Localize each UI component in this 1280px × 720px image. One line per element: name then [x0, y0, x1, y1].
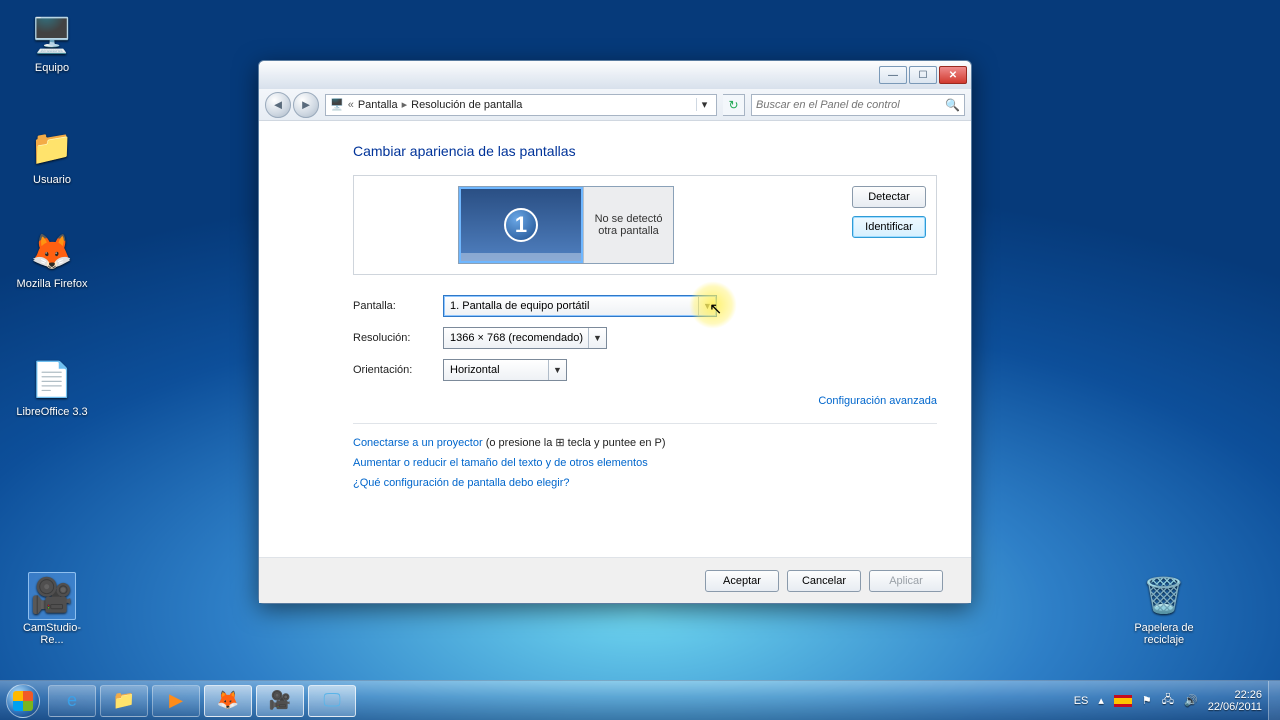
taskbar[interactable]: e 📁 ▶ 🦊 🎥 🖵 ES ▴ ⚑ 🖧 🔊 22:26 22/06/2011 — [0, 680, 1280, 720]
identify-button[interactable]: Identificar — [852, 216, 926, 238]
windows-key-icon: ⊞ — [555, 437, 564, 449]
orientacion-select-value: Horizontal — [450, 364, 500, 376]
folder-icon: 📁 — [113, 690, 135, 711]
taskbar-explorer[interactable]: 📁 — [100, 685, 148, 717]
display-settings-window: — ☐ ✕ ◄ ► 🖥️ « Pantalla▸ Resolución de p… — [258, 60, 972, 604]
flag-icon[interactable] — [1114, 695, 1132, 707]
clock-date[interactable]: 22/06/2011 — [1208, 701, 1262, 713]
control-panel-icon: 🖥️ — [330, 98, 344, 111]
projector-hint: tecla y puntee en P) — [565, 437, 666, 449]
taskbar-display-settings[interactable]: 🖵 — [308, 685, 356, 717]
ie-icon: e — [67, 690, 77, 711]
dialog-footer: Aceptar Cancelar Aplicar — [259, 557, 971, 603]
which-config-link[interactable]: ¿Qué configuración de pantalla debo eleg… — [353, 477, 569, 489]
desktop-icon-label: Equipo — [14, 62, 90, 74]
refresh-button[interactable]: ↻ — [723, 94, 745, 116]
windows-orb-icon — [6, 684, 40, 718]
resolucion-label: Resolución: — [353, 332, 443, 344]
pantalla-label: Pantalla: — [353, 300, 443, 312]
desktop-icon-camstudio[interactable]: 🎥 CamStudio-Re... — [14, 572, 90, 646]
desktop-icon-usuario[interactable]: 📁 Usuario — [14, 124, 90, 186]
close-button[interactable]: ✕ — [939, 66, 967, 84]
desktop-icon-label: Papelera de reciclaje — [1126, 622, 1202, 646]
breadcrumb-crumb[interactable]: Resolución de pantalla — [411, 99, 522, 111]
apply-button[interactable]: Aplicar — [869, 570, 943, 592]
folder-icon: 📁 — [28, 124, 76, 172]
maximize-button[interactable]: ☐ — [909, 66, 937, 84]
resolucion-select[interactable]: 1366 × 768 (recomendado) ▼ — [443, 327, 607, 349]
address-dropdown[interactable]: ▾ — [696, 98, 712, 111]
cancel-button[interactable]: Cancelar — [787, 570, 861, 592]
cursor-icon: ↖ — [709, 299, 722, 319]
recorder-icon: 🎥 — [269, 690, 291, 711]
advanced-settings-link[interactable]: Configuración avanzada — [818, 395, 937, 407]
orientacion-label: Orientación: — [353, 364, 443, 376]
tray-expand-icon[interactable]: ▴ — [1098, 694, 1104, 707]
desktop-icon-libreoffice[interactable]: 📄 LibreOffice 3.3 — [14, 356, 90, 418]
desktop-icon-recycle[interactable]: 🗑️ Papelera de reciclaje — [1126, 572, 1202, 646]
taskbar-media[interactable]: ▶ — [152, 685, 200, 717]
action-center-icon[interactable]: ⚑ — [1142, 694, 1152, 707]
system-tray[interactable]: ES ▴ ⚑ 🖧 🔊 22:26 22/06/2011 — [1074, 689, 1268, 713]
taskbar-ie[interactable]: e — [48, 685, 96, 717]
taskbar-firefox[interactable]: 🦊 — [204, 685, 252, 717]
pantalla-select-value: 1. Pantalla de equipo portátil — [450, 300, 589, 312]
chevron-down-icon: ▼ — [548, 360, 566, 380]
detect-button[interactable]: Detectar — [852, 186, 926, 208]
desktop-icon-label: CamStudio-Re... — [14, 622, 90, 646]
monitor-icon: 🖵 — [323, 690, 340, 711]
search-input[interactable] — [756, 99, 945, 111]
resize-text-link[interactable]: Aumentar o reducir el tamaño del texto y… — [353, 457, 648, 469]
document-icon: 📄 — [28, 356, 76, 404]
monitor-number-badge: 1 — [504, 208, 538, 242]
ok-button[interactable]: Aceptar — [705, 570, 779, 592]
recorder-icon: 🎥 — [28, 572, 76, 620]
search-icon: 🔍 — [945, 98, 960, 112]
search-box[interactable]: 🔍 — [751, 94, 965, 116]
volume-icon[interactable]: 🔊 — [1184, 694, 1198, 707]
start-button[interactable] — [0, 681, 46, 720]
pantalla-select[interactable]: 1. Pantalla de equipo portátil ▼ — [443, 295, 717, 317]
desktop-icon-firefox[interactable]: 🦊 Mozilla Firefox — [14, 228, 90, 290]
display-preview: 1 No se detectó otra pantalla Detectar I… — [353, 175, 937, 275]
minimize-button[interactable]: — — [879, 66, 907, 84]
firefox-icon: 🦊 — [217, 690, 239, 711]
nav-row: ◄ ► 🖥️ « Pantalla▸ Resolución de pantall… — [259, 89, 971, 121]
monitor-not-detected: No se detectó otra pantalla — [583, 187, 673, 263]
orientacion-select[interactable]: Horizontal ▼ — [443, 359, 567, 381]
computer-icon: 🖥️ — [28, 12, 76, 60]
content-area: Cambiar apariencia de las pantallas 1 No… — [259, 121, 971, 603]
taskbar-camstudio[interactable]: 🎥 — [256, 685, 304, 717]
desktop-icon-label: Mozilla Firefox — [14, 278, 90, 290]
show-desktop-button[interactable] — [1268, 681, 1280, 720]
titlebar[interactable]: — ☐ ✕ — [259, 61, 971, 89]
forward-button[interactable]: ► — [293, 92, 319, 118]
desktop-icon-label: LibreOffice 3.3 — [14, 406, 90, 418]
back-button[interactable]: ◄ — [265, 92, 291, 118]
firefox-icon: 🦊 — [28, 228, 76, 276]
page-title: Cambiar apariencia de las pantallas — [353, 143, 937, 159]
desktop-icon-label: Usuario — [14, 174, 90, 186]
clock-time[interactable]: 22:26 — [1208, 689, 1262, 701]
address-bar[interactable]: 🖥️ « Pantalla▸ Resolución de pantalla ▾ — [325, 94, 717, 116]
resolucion-select-value: 1366 × 768 (recomendado) — [450, 332, 583, 344]
network-icon[interactable]: 🖧 — [1162, 691, 1174, 710]
media-icon: ▶ — [169, 690, 183, 711]
language-indicator[interactable]: ES — [1074, 695, 1089, 707]
projector-hint: (o presione la — [483, 437, 556, 449]
breadcrumb-crumb[interactable]: Pantalla▸ — [358, 98, 407, 111]
trash-icon: 🗑️ — [1140, 572, 1188, 620]
desktop-icon-equipo[interactable]: 🖥️ Equipo — [14, 12, 90, 74]
projector-link[interactable]: Conectarse a un proyector — [353, 437, 483, 449]
breadcrumb-sep: « — [348, 99, 354, 111]
chevron-down-icon: ▼ — [588, 328, 606, 348]
monitor-thumbnail-1[interactable]: 1 — [459, 187, 583, 263]
